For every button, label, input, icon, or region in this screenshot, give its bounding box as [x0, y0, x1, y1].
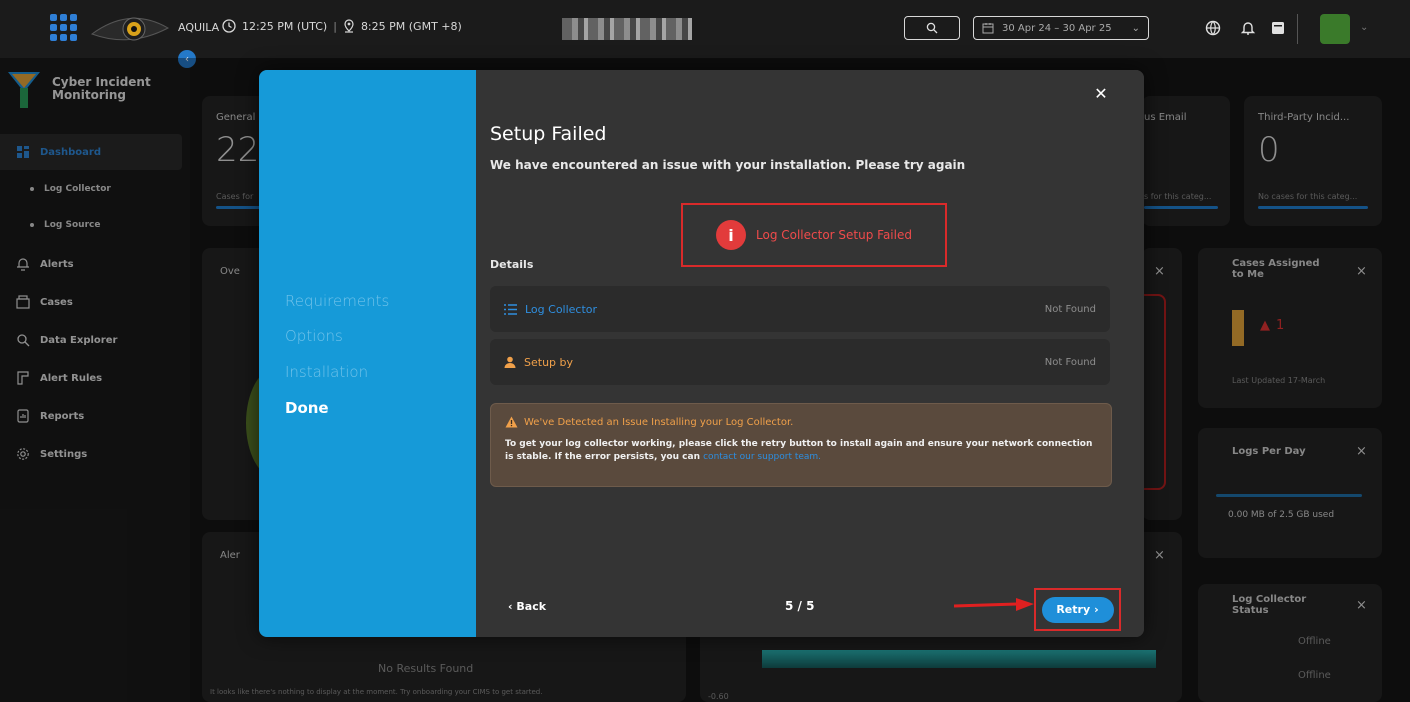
- error-banner: i Log Collector Setup Failed: [681, 203, 947, 267]
- details-heading: Details: [490, 258, 534, 271]
- location-icon: [344, 19, 354, 33]
- clock-icon: [222, 19, 236, 33]
- step-requirements: Requirements: [285, 292, 390, 310]
- divider: [1297, 14, 1298, 44]
- contact-support-link[interactable]: contact our support team.: [703, 452, 821, 462]
- chevron-down-icon[interactable]: ⌄: [1360, 22, 1368, 33]
- retry-highlight: Retry ›: [1034, 588, 1121, 631]
- clock-display: 12:25 PM (UTC) | 8:25 PM (GMT +8): [222, 19, 462, 33]
- redacted-title: [562, 18, 692, 40]
- news-icon[interactable]: [1270, 20, 1286, 36]
- step-counter: 5 / 5: [785, 599, 815, 613]
- chevron-down-icon: ⌄: [1131, 22, 1140, 34]
- globe-icon[interactable]: [1205, 20, 1221, 36]
- time-utc: 12:25 PM (UTC): [242, 19, 328, 33]
- date-range-picker[interactable]: 30 Apr 24 – 30 Apr 25 ⌄: [973, 16, 1149, 40]
- step-options: Options: [285, 327, 343, 345]
- modal-content: ✕ Setup Failed We have encountered an is…: [476, 70, 1144, 637]
- warning-panel: We've Detected an Issue Installing your …: [490, 403, 1112, 487]
- brand-name: AQUILA: [178, 21, 220, 34]
- search-icon: [926, 22, 938, 34]
- detail-row-log-collector: Log Collector Not Found: [490, 286, 1110, 332]
- warning-icon: [505, 416, 518, 428]
- modal-title: Setup Failed: [490, 123, 607, 145]
- time-local: 8:25 PM (GMT +8): [360, 19, 462, 33]
- date-range-value: 30 Apr 24 – 30 Apr 25: [1002, 22, 1112, 34]
- chevron-left-icon: ‹: [508, 600, 513, 613]
- close-button[interactable]: ✕: [1092, 85, 1110, 103]
- chevron-right-icon: ›: [1094, 603, 1099, 616]
- annotation-arrow: [954, 598, 1034, 611]
- retry-button[interactable]: Retry ›: [1041, 596, 1114, 623]
- calendar-icon: [982, 23, 994, 34]
- step-installation: Installation: [285, 363, 369, 381]
- apps-grid-icon[interactable]: [50, 14, 77, 41]
- list-icon: [504, 303, 517, 315]
- stepper-panel: Requirements Options Installation Done: [259, 70, 476, 637]
- detail-row-setup-by: Setup by Not Found: [490, 339, 1110, 385]
- step-done: Done: [285, 399, 329, 417]
- back-button[interactable]: ‹ Back: [508, 600, 546, 613]
- error-message: Log Collector Setup Failed: [756, 228, 912, 242]
- user-avatar[interactable]: [1320, 14, 1350, 44]
- modal-subtitle: We have encountered an issue with your i…: [490, 158, 966, 172]
- setup-modal: Requirements Options Installation Done ✕…: [259, 70, 1144, 637]
- warning-title: We've Detected an Issue Installing your …: [524, 416, 794, 428]
- top-bar: AQUILA 12:25 PM (UTC) | 8:25 PM (GMT +8)…: [0, 0, 1410, 58]
- error-icon: i: [716, 220, 746, 250]
- aquila-eye-logo: [90, 17, 170, 41]
- search-button[interactable]: [904, 16, 960, 40]
- user-icon: [504, 356, 516, 368]
- bell-icon[interactable]: [1240, 20, 1256, 36]
- close-icon: ✕: [1094, 84, 1108, 103]
